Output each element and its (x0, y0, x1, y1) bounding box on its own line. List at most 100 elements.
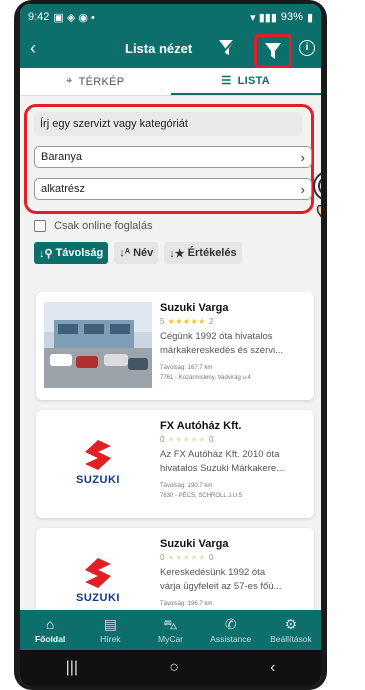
nav-label: Hírek (100, 634, 121, 644)
gear-icon: ⚙ (284, 616, 298, 632)
results-list[interactable]: Suzuki Varga 5 ★★★★★ 2 Cégünk 1992 óta h… (20, 292, 321, 610)
back-arrow-icon[interactable]: ‹ (30, 38, 36, 58)
back-icon[interactable]: ‹ (270, 659, 275, 677)
region-select[interactable]: Baranya › (34, 146, 312, 168)
online-label: Csak online foglalás (54, 220, 153, 232)
home-icon: ⌂ (45, 616, 55, 632)
category-select[interactable]: alkatrész › (34, 178, 312, 200)
filter-icon (265, 43, 281, 59)
sort-rating-label: Értékelés (187, 247, 237, 259)
map-icon: ⌖ (66, 75, 73, 87)
dealer-rating: 0 ★★★★★ 0 (160, 435, 213, 444)
dealer-description: Cégünk 1992 óta hivatalos márkakereskedé… (160, 330, 308, 358)
info-icon[interactable]: i (299, 40, 315, 56)
category-value: alkatrész (41, 183, 86, 195)
news-icon: ▤ (103, 616, 117, 632)
rating-value: 0 (160, 553, 165, 562)
description-line: márkakereskedés és szervi... (160, 345, 284, 356)
phone-icon: ✆ (224, 616, 237, 632)
sort-name-label: Név (133, 247, 154, 259)
tab-list-label: LISTA (237, 74, 271, 87)
review-count: 0 (208, 435, 214, 444)
search-input[interactable]: Írj egy szervizt vagy kategóriát (34, 112, 302, 136)
description-line: Cégünk 1992 óta hivatalos (160, 331, 273, 342)
rating-value: 0 (160, 435, 165, 444)
list-item[interactable]: Suzuki Varga 5 ★★★★★ 2 Cégünk 1992 óta h… (36, 292, 314, 400)
signal-icon: ▾ ▮▮▮ (250, 11, 277, 24)
brand-wordmark: SUZUKI (76, 592, 120, 604)
nav-item-home[interactable]: ⌂ Főoldal (20, 610, 80, 650)
sort-distance-button[interactable]: ↓⚲ Távolság (34, 242, 109, 264)
description-line: várja ügyfeleit az 57-es főú... (160, 581, 282, 592)
dealer-description: Az FX Autóház Kft. 2010 óta hivatalos Su… (160, 448, 308, 476)
phone-frame: 9:42 ▣ ◈ ◉ • ▾ ▮▮▮ 93% ▮ ‹ Lista nézet i (14, 0, 327, 690)
notification-icons: ▣ ◈ ◉ • (53, 11, 95, 24)
dealer-rating: 0 ★★★★★ 0 (160, 553, 213, 562)
nav-label: Beállítások (270, 634, 312, 644)
dealer-rating: 5 ★★★★★ 2 (160, 317, 213, 326)
nav-item-news[interactable]: ▤ Hírek (80, 610, 140, 650)
star-rating-icon: ★★★★★ (167, 435, 206, 444)
app-bar: ‹ Lista nézet i (20, 30, 321, 68)
online-booking-toggle[interactable]: Csak online foglalás (34, 220, 152, 232)
list-item[interactable]: SUZUKI FX Autóház Kft. 0 ★★★★★ 0 Az FX A… (36, 410, 314, 518)
battery-level: 93% (280, 11, 303, 23)
star-rating-icon: ★★★★★ (167, 317, 206, 326)
page-title: Lista nézet (125, 41, 193, 56)
dealer-distance: Távolság: 196.7 km (160, 601, 213, 607)
car-icon: ⛍ (163, 616, 178, 632)
dealer-photo (44, 302, 152, 388)
dealer-name: Suzuki Varga (160, 538, 229, 550)
nav-item-assistance[interactable]: ✆ Assistance (201, 610, 261, 650)
nav-label: Assistance (210, 634, 252, 644)
nav-label: MyCar (157, 634, 184, 644)
recents-icon[interactable]: ||| (66, 659, 78, 677)
dealer-address: 7761 - Kozármisleny, Vadvirág u.4 (160, 375, 251, 381)
status-bar: 9:42 ▣ ◈ ◉ • ▾ ▮▮▮ 93% ▮ (20, 4, 321, 30)
view-tabs: ⌖ TÉRKÉP ☰ LISTA (20, 68, 321, 96)
sort-name-button[interactable]: ↓ᴬ Név (114, 242, 159, 264)
filter-button[interactable] (254, 34, 292, 68)
sort-options: ↓⚲ Távolság ↓ᴬ Név ↓★ Értékelés (34, 242, 242, 264)
region-value: Baranya (41, 151, 82, 163)
star-rating-icon: ★★★★★ (167, 553, 206, 562)
dealer-name: Suzuki Varga (160, 302, 229, 314)
dealer-distance: Távolság: 190.7 km (160, 483, 213, 489)
tab-map-label: TÉRKÉP (78, 75, 125, 88)
nav-item-settings[interactable]: ⚙ Beállítások (261, 610, 321, 650)
dealer-name: FX Autóház Kft. (160, 420, 242, 432)
system-nav-bar: ||| ○ ‹ (20, 650, 321, 686)
list-item[interactable]: SUZUKI Suzuki Varga 0 ★★★★★ 0 Kereskedés… (36, 528, 314, 610)
dealer-description: Kereskedésünk 1992 óta várja ügyfeleit a… (160, 566, 308, 594)
list-icon: ☰ (221, 75, 232, 87)
sort-az-icon: ↓ᴬ (119, 247, 131, 259)
sort-distance-icon: ↓⚲ (39, 247, 53, 260)
filter-off-icon[interactable] (218, 38, 236, 58)
description-line: hivatalos Suzuki Márkakere... (160, 463, 285, 474)
filter-panel: Írj egy szervizt vagy kategóriát Baranya… (20, 96, 321, 296)
dealer-address: 7630 - PÉCS, SCHROLL J.U.5 (160, 493, 243, 499)
description-line: Kereskedésünk 1992 óta (160, 567, 266, 578)
tab-list[interactable]: ☰ LISTA (170, 68, 321, 95)
battery-icon: ▮ (306, 11, 313, 24)
nav-label: Főoldal (34, 634, 66, 644)
sort-rating-button[interactable]: ↓★ Értékelés (164, 242, 242, 264)
chevron-right-icon: › (300, 181, 305, 197)
online-checkbox[interactable] (34, 220, 46, 232)
bottom-nav: ⌂ Főoldal ▤ Hírek ⛍ MyCar ✆ Assistance ⚙… (20, 610, 321, 650)
brand-wordmark: SUZUKI (76, 474, 120, 486)
nav-item-mycar[interactable]: ⛍ MyCar (140, 610, 200, 650)
tab-map[interactable]: ⌖ TÉRKÉP (20, 68, 171, 95)
dealer-distance: Távolság: 167.7 km (160, 365, 213, 371)
tap-hand-icon (313, 172, 321, 218)
home-button-icon[interactable]: ○ (169, 659, 179, 677)
app-screen: 9:42 ▣ ◈ ◉ • ▾ ▮▮▮ 93% ▮ ‹ Lista nézet i (20, 4, 321, 686)
suzuki-s-icon (84, 440, 111, 470)
review-count: 2 (208, 317, 214, 326)
sort-rating-icon: ↓★ (169, 247, 185, 260)
sort-distance-label: Távolság (55, 247, 104, 259)
review-count: 0 (208, 553, 214, 562)
suzuki-s-icon (84, 558, 111, 588)
rating-value: 5 (160, 317, 165, 326)
description-line: Az FX Autóház Kft. 2010 óta (160, 449, 280, 460)
